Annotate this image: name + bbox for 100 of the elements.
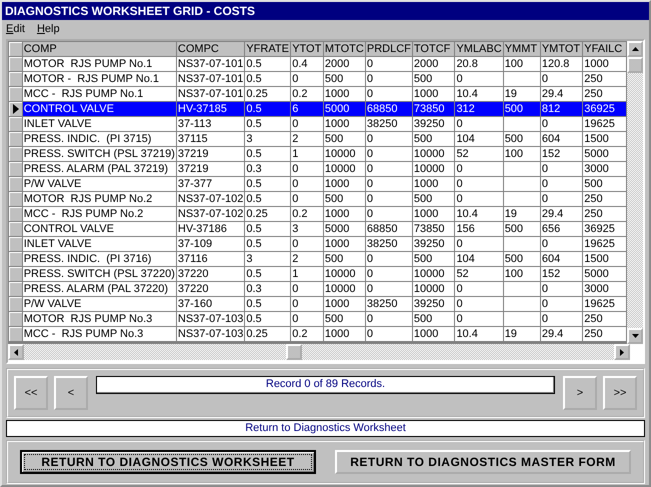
table-cell: 19 xyxy=(503,206,540,222)
first-record-button[interactable]: << xyxy=(14,376,48,410)
column-header[interactable]: YTOT xyxy=(290,42,324,56)
table-row[interactable]: MCC - RJS PUMP No.2 NS37-07-102 0.25 0.2 1000 0 1000 10.4 19 29.4 250 xyxy=(8,206,626,222)
table-row[interactable]: P/W VALVE 37-377 0.5 0 1000 0 1000 0 0 500 xyxy=(8,176,626,192)
scroll-left-icon[interactable] xyxy=(8,344,24,360)
column-header[interactable]: YFRATE xyxy=(244,42,291,56)
vertical-scrollbar[interactable] xyxy=(627,41,643,344)
table-cell: 39250 xyxy=(412,236,455,252)
table-cell: INLET VALVE xyxy=(22,236,176,252)
table-row[interactable]: MOTOR RJS PUMP No.2 NS37-07-102 0.5 0 500 0 500 0 0 250 xyxy=(8,192,626,206)
return-button[interactable]: RETURN TO DIAGNOSTICS WORKSHEET xyxy=(20,450,316,474)
table-cell: 0.5 xyxy=(244,56,291,72)
scroll-up-icon[interactable] xyxy=(627,41,643,57)
column-header[interactable]: COMPC xyxy=(176,42,245,56)
table-cell: 156 xyxy=(454,222,504,236)
table-row[interactable]: PRESS. ALARM (PAL 37219) 37219 0.3 0 10000 0 10000 0 0 3000 xyxy=(8,162,626,176)
table-cell: 604 xyxy=(540,132,583,146)
table-cell: 2000 xyxy=(412,56,455,72)
table-cell: CONTROL VALVE xyxy=(22,222,176,236)
column-header[interactable]: YMLABC xyxy=(454,42,504,56)
table-cell: 20.8 xyxy=(454,56,504,72)
column-header[interactable]: YFAILC xyxy=(582,42,626,56)
record-counter: Record 0 of 89 Records. xyxy=(96,376,555,394)
table-cell: 0 xyxy=(454,116,504,132)
table-cell: 0.5 xyxy=(244,222,291,236)
table-cell: 1000 xyxy=(323,326,366,342)
table-cell: 0 xyxy=(290,296,324,312)
table-cell: 68850 xyxy=(365,222,412,236)
table-cell: 2 xyxy=(290,252,324,266)
table-cell: 0.2 xyxy=(290,206,324,222)
table-row[interactable]: PRESS. SWITCH (PSL 37220) 37220 0.5 1 10000 0 10000 52 100 152 5000 xyxy=(8,266,626,282)
table-cell: 604 xyxy=(540,252,583,266)
table-row[interactable]: MCC - RJS PUMP No.3 NS37-07-103 0.25 0.2 1000 0 1000 10.4 19 29.4 250 xyxy=(8,326,626,342)
table-row[interactable]: INLET VALVE 37-109 0.5 0 1000 38250 39250 0 0 19625 xyxy=(8,236,626,252)
table-row[interactable]: PRESS. ALARM (PAL 37220) 37220 0.3 0 10000 0 10000 0 0 3000 xyxy=(8,282,626,296)
table-cell: 0 xyxy=(290,176,324,192)
table-cell: 10000 xyxy=(412,266,455,282)
table-row[interactable]: PRESS. INDIC. (PI 3716) 37116 3 2 500 0 500 104 500 604 1500 xyxy=(8,252,626,266)
table-cell: 0 xyxy=(290,72,324,86)
table-cell: 500 xyxy=(412,72,455,86)
table-cell: MCC - RJS PUMP No.3 xyxy=(22,326,176,342)
scroll-thumb[interactable] xyxy=(286,344,302,360)
table-cell: 0 xyxy=(290,312,324,326)
row-header xyxy=(8,42,22,56)
column-header[interactable]: YMMT xyxy=(503,42,540,56)
previous-record-button[interactable]: < xyxy=(54,376,88,410)
table-cell: 500 xyxy=(503,222,540,236)
table-cell: 0.25 xyxy=(244,206,291,222)
table-cell: HV-37186 xyxy=(176,222,245,236)
table-row[interactable]: MOTOR - RJS PUMP No.1 NS37-07-101 0.5 0 500 0 500 0 0 250 xyxy=(8,72,626,86)
table-cell: 152 xyxy=(540,146,583,162)
table-cell: NS37-07-102 xyxy=(176,192,245,206)
table-cell: 500 xyxy=(323,72,366,86)
table-cell: 1000 xyxy=(412,326,455,342)
table-cell: NS37-07-102 xyxy=(176,206,245,222)
table-row[interactable]: MOTOR RJS PUMP No.3 NS37-07-103 0.5 0 500 0 500 0 0 250 xyxy=(8,312,626,326)
table-row[interactable]: CONTROL VALVE HV-37186 0.5 3 5000 68850 73850 156 500 656 36925 xyxy=(8,222,626,236)
menu-item[interactable]: Help xyxy=(36,22,60,34)
table-cell: 37-160 xyxy=(176,296,245,312)
table-cell: 0 xyxy=(365,206,412,222)
table-cell: 104 xyxy=(454,252,504,266)
table-cell: 0 xyxy=(365,312,412,326)
table-cell: NS37-07-103 xyxy=(176,326,245,342)
table-cell: 0 xyxy=(454,162,504,176)
last-record-button[interactable]: >> xyxy=(603,376,637,410)
table-cell xyxy=(503,116,540,132)
table-cell: 0 xyxy=(365,326,412,342)
table-cell: 0 xyxy=(454,296,504,312)
table-cell: 1 xyxy=(290,146,324,162)
table-row[interactable]: INLET VALVE 37-113 0.5 0 1000 38250 39250 0 0 19625 xyxy=(8,116,626,132)
column-header[interactable]: COMP xyxy=(22,42,176,56)
horizontal-scrollbar[interactable] xyxy=(8,344,630,360)
table-cell: 52 xyxy=(454,146,504,162)
table-row[interactable]: PRESS. SWITCH (PSL 37219) 37219 0.5 1 10000 0 10000 52 100 152 5000 xyxy=(8,146,626,162)
return-button[interactable]: RETURN TO DIAGNOSTICS MASTER FORM xyxy=(335,450,631,474)
table-cell: 1000 xyxy=(323,176,366,192)
scroll-thumb[interactable] xyxy=(627,57,643,73)
table-cell: 37220 xyxy=(176,282,245,296)
column-header[interactable]: YMTOT xyxy=(540,42,583,56)
scroll-down-icon[interactable] xyxy=(627,328,643,344)
row-selector[interactable] xyxy=(8,102,22,116)
table-row[interactable]: MOTOR RJS PUMP No.1 NS37-07-101 0.5 0.4 2000 0 2000 20.8 100 120.8 1000 xyxy=(8,56,626,72)
table-cell: 0.3 xyxy=(244,282,291,296)
table-cell: 73850 xyxy=(412,102,455,116)
table-cell: 0 xyxy=(365,252,412,266)
table-cell: 100 xyxy=(503,266,540,282)
column-header[interactable]: PRDLCF xyxy=(365,42,412,56)
table-cell xyxy=(503,282,540,296)
table-cell: 0 xyxy=(365,176,412,192)
column-header[interactable]: MTOTC xyxy=(323,42,366,56)
table-cell: 3 xyxy=(290,222,324,236)
table-row[interactable]: CONTROL VALVE HV-37185 0.5 6 5000 68850 73850 312 500 812 36925 xyxy=(8,102,626,116)
table-cell: 29.4 xyxy=(540,326,583,342)
menu-item[interactable]: Edit xyxy=(6,22,25,34)
table-row[interactable]: PRESS. INDIC. (PI 3715) 37115 3 2 500 0 500 104 500 604 1500 xyxy=(8,132,626,146)
scroll-right-icon[interactable] xyxy=(614,344,630,360)
column-header[interactable]: TOTCF xyxy=(412,42,455,56)
table-row[interactable]: P/W VALVE 37-160 0.5 0 1000 38250 39250 0 0 19625 xyxy=(8,296,626,312)
next-record-button[interactable]: > xyxy=(563,376,597,410)
